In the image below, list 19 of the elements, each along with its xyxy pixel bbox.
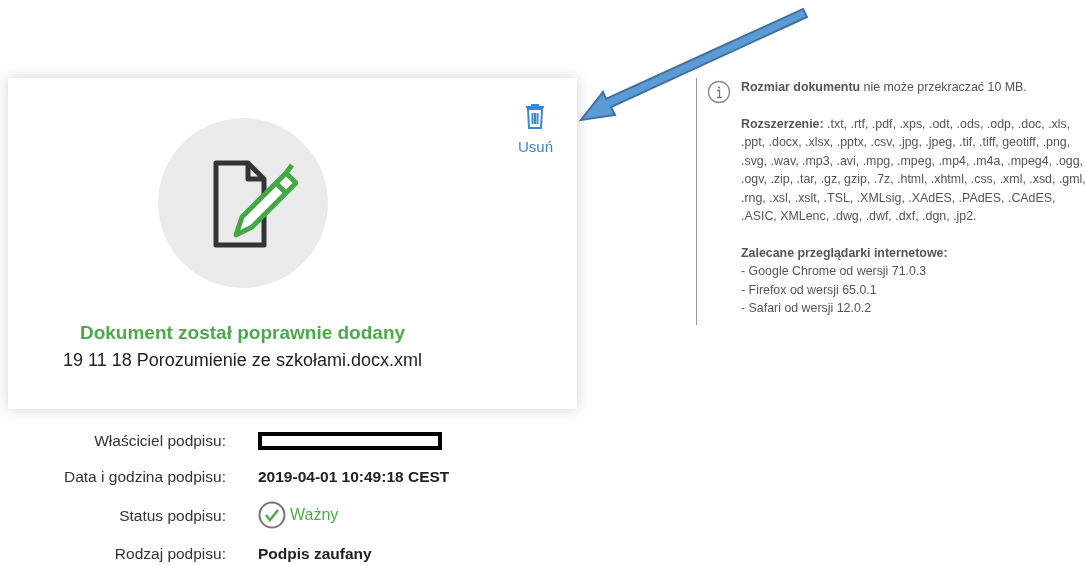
detail-value: 2019-04-01 10:49:18 CEST [258, 467, 451, 486]
detail-label: Status podpisu: [118, 505, 226, 526]
detail-label: Właściciel podpisu: [93, 431, 226, 451]
info-icon [707, 80, 731, 104]
browser-item: - Google Chrome od wersji 71.0.3 [741, 263, 928, 280]
browser-item: - Firefox od wersji 65.0.1 [741, 281, 878, 299]
detail-label: Data i godzina podpisu: [63, 467, 226, 487]
browsers-heading: Zalecane przeglądarki internetowe: [741, 244, 949, 262]
check-circle-icon [258, 501, 286, 529]
detail-value: Podpis zaufany [258, 544, 373, 563]
trash-icon [524, 102, 547, 130]
size-note: Rozmiar dokumentu nie może przekraczać 10 MB. [741, 79, 1028, 96]
detail-label: Rodzaj podpisu: [113, 544, 226, 564]
browser-item: - Safari od wersji 12.0.2 [741, 300, 873, 317]
success-message: Dokument został poprawnie dodany [79, 322, 406, 344]
extensions-list: Rozszerzenie: .txt, .rtf, .pdf, .xps, .odt, .ods, .odp, .doc, .xls, .ppt, .docx, .xlsx, .pptx, .csv, .jpg, .jpeg, .tif, .tiff, geotiff, .png, .svg, .wav, .mp3, .avi, .mpg, .mpeg, .mp4, .m4a, .mpeg4, .ogg, .ogv, .zip, .tar, .gz, gzip, .7z, .html, .xhtml, .css, .xml, .xsd, .gml, .rng, .xsl, .xslt, .TSL, .XMLsig, .XAdES, .PAdES, .CAdES, .ASIC, XMLenc, .dwg, .dwf, .dxf, .dgn, .jp2. [741, 114, 1085, 226]
status-value: Ważny [290, 506, 339, 524]
delete-button[interactable]: Usuń [517, 102, 553, 155]
file-name: 19 11 18 Porozumienie ze szkołami.docx.xml [63, 350, 422, 371]
